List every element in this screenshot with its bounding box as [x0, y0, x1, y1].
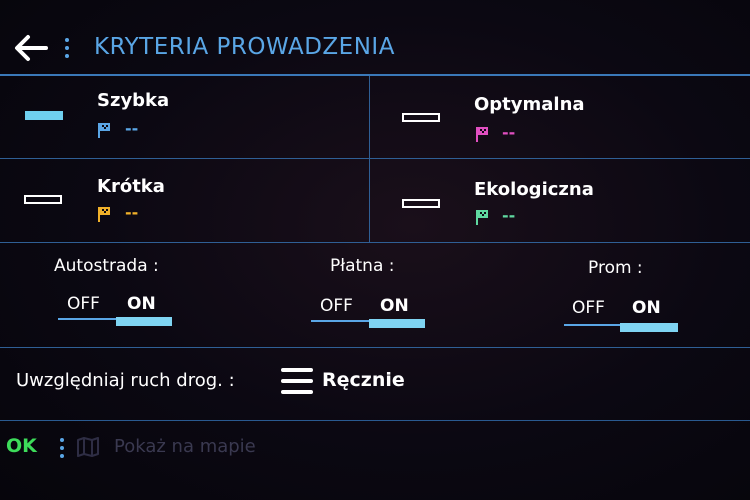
- divider: [0, 158, 750, 159]
- checkered-flag-icon: [98, 207, 110, 222]
- route-value: --: [502, 123, 516, 142]
- toggle-thumb: [620, 323, 678, 332]
- toggle-on-option[interactable]: ON: [380, 296, 409, 316]
- toggle-label: Prom :: [588, 258, 643, 278]
- toggle-thumb: [116, 317, 172, 326]
- divider: [0, 420, 750, 421]
- route-name: Optymalna: [474, 94, 585, 115]
- toggle-platna[interactable]: Płatna : OFF ON: [309, 256, 439, 336]
- route-option-krotka[interactable]: Krótka --: [0, 160, 360, 242]
- route-name: Ekologiczna: [474, 179, 594, 200]
- selected-route-bar-icon: [25, 111, 63, 120]
- ok-button[interactable]: OK: [6, 435, 37, 457]
- page-title: KRYTERIA PROWADZENIA: [94, 34, 395, 60]
- header: KRYTERIA PROWADZENIA: [0, 0, 750, 76]
- route-option-szybka[interactable]: Szybka --: [0, 76, 360, 158]
- show-on-map-button[interactable]: Pokaż na mapie: [114, 436, 256, 457]
- route-bar-icon: [402, 199, 440, 208]
- divider: [0, 347, 750, 348]
- toggle-on-option[interactable]: ON: [632, 298, 661, 318]
- route-name: Krótka: [97, 176, 165, 197]
- toggle-thumb: [369, 319, 425, 328]
- checkered-flag-icon: [476, 210, 488, 225]
- hamburger-menu-icon[interactable]: [281, 368, 313, 396]
- toggle-label: Płatna :: [330, 256, 395, 276]
- traffic-mode-value[interactable]: Ręcznie: [322, 369, 405, 391]
- route-option-optymalna[interactable]: Optymalna --: [370, 76, 730, 158]
- arrow-left-icon[interactable]: [14, 34, 48, 62]
- toggle-off-option[interactable]: OFF: [67, 294, 100, 314]
- kebab-menu-icon[interactable]: [59, 438, 65, 460]
- route-value: --: [125, 119, 139, 138]
- route-name: Szybka: [97, 90, 170, 111]
- toggle-on-option[interactable]: ON: [127, 294, 156, 314]
- route-option-ekologiczna[interactable]: Ekologiczna --: [370, 160, 730, 242]
- route-bar-icon: [24, 195, 62, 204]
- checkered-flag-icon: [98, 123, 110, 138]
- route-value: --: [502, 206, 516, 225]
- map-icon: [77, 437, 99, 457]
- toggle-autostrada[interactable]: Autostrada : OFF ON: [54, 256, 184, 336]
- kebab-menu-icon[interactable]: [64, 38, 70, 60]
- route-value: --: [125, 203, 139, 222]
- toggle-off-option[interactable]: OFF: [572, 298, 605, 318]
- toggle-off-option[interactable]: OFF: [320, 296, 353, 316]
- toggle-prom[interactable]: Prom : OFF ON: [562, 258, 692, 338]
- toggle-label: Autostrada :: [54, 256, 159, 276]
- divider: [0, 242, 750, 243]
- screen: KRYTERIA PROWADZENIA Szybka -- Optymalna…: [0, 0, 750, 500]
- route-bar-icon: [402, 113, 440, 122]
- checkered-flag-icon: [476, 127, 488, 142]
- traffic-label: Uwzględniaj ruch drog. :: [16, 370, 235, 391]
